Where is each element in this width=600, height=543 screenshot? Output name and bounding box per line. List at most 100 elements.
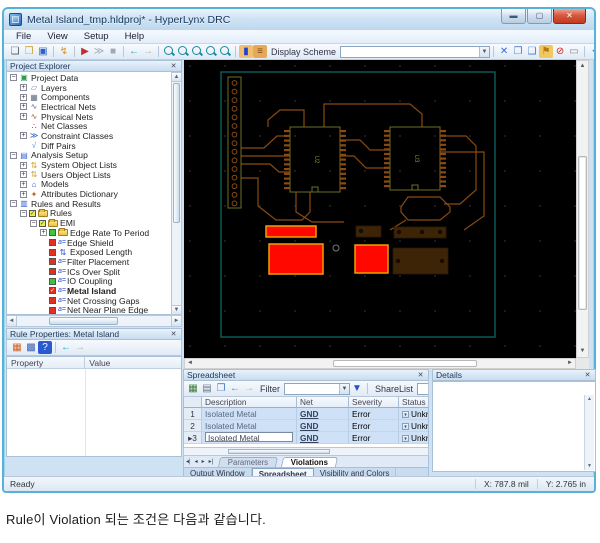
table-hscrollbar[interactable] (183, 447, 429, 456)
print-icon[interactable]: ▤ (200, 382, 214, 395)
scroll-left-icon[interactable]: ◄ (7, 316, 17, 326)
menu-view[interactable]: View (39, 31, 75, 42)
collapse-icon[interactable]: − (10, 200, 17, 207)
expand-icon[interactable]: + (20, 191, 27, 198)
canvas-vscrollbar[interactable]: ▲ ▼ (576, 60, 589, 358)
open-file-icon[interactable]: ❒ (22, 45, 36, 58)
tree-item-attributes-dictionary[interactable]: +✦Attributes Dictionary (7, 189, 181, 199)
expand-icon[interactable]: + (20, 181, 27, 188)
tree-item-components[interactable]: +▦Components (7, 92, 181, 102)
tree-item-physical-nets[interactable]: +∿Physical Nets (7, 112, 181, 122)
minimize-button[interactable]: ▬ (501, 9, 526, 24)
close-icon[interactable]: ✕ (169, 330, 178, 338)
pcb-canvas[interactable]: U2U3 (184, 60, 576, 358)
led-icon[interactable] (49, 307, 56, 314)
scroll-down-icon[interactable]: ▼ (577, 346, 588, 357)
filter-combo[interactable]: ▼ (284, 383, 350, 395)
status-dropdown-icon[interactable]: ▾ (402, 435, 409, 442)
zoom-fit-icon[interactable] (204, 45, 218, 58)
details-vscrollbar[interactable]: ▲ ▼ (584, 395, 594, 470)
led-icon[interactable] (49, 239, 56, 246)
status-cell[interactable]: ▾Unkno (399, 420, 429, 432)
severity-cell[interactable]: Error (349, 420, 399, 432)
rp-category-icon[interactable]: ▩ (24, 341, 38, 354)
project-explorer-header[interactable]: Project Explorer ✕ (6, 60, 182, 72)
led-icon[interactable] (49, 229, 56, 236)
back-icon[interactable]: ← (127, 45, 141, 58)
sp-forward-icon[interactable]: → (242, 382, 256, 395)
scroll-thumb[interactable] (333, 360, 477, 367)
collapse-icon[interactable]: − (10, 74, 17, 81)
net-link[interactable]: GND (300, 409, 318, 419)
led-icon[interactable] (49, 297, 56, 304)
status-dropdown-icon[interactable]: ▾ (402, 411, 409, 418)
save-icon[interactable]: ▣ (36, 45, 50, 58)
close-icon[interactable]: ✕ (416, 371, 425, 379)
new-file-icon[interactable]: ❏ (8, 45, 22, 58)
sheet-nav-icon-0[interactable]: ◂| (184, 457, 193, 467)
delete-icon[interactable]: ✕ (497, 45, 511, 58)
scroll-thumb[interactable] (228, 449, 330, 454)
sp-back-icon[interactable]: ← (228, 382, 242, 395)
expand-icon[interactable]: + (20, 84, 27, 91)
menu-setup[interactable]: Setup (76, 31, 117, 42)
close-icon[interactable]: ✕ (583, 371, 592, 379)
zoom-out-icon[interactable] (176, 45, 190, 58)
tree-item-electrical-nets[interactable]: +∿Electrical Nets (7, 102, 181, 112)
property-column-header[interactable]: Property (7, 357, 85, 368)
sheet-nav-icon-1[interactable]: ◂ (193, 457, 200, 467)
project-tree-hscrollbar[interactable]: ◄ ► (6, 315, 182, 327)
forward-icon[interactable]: → (141, 45, 155, 58)
scroll-up-icon[interactable]: ▲ (172, 73, 181, 82)
play-icon[interactable]: ▶ (78, 45, 92, 58)
maximize-button[interactable]: ▢ (527, 9, 552, 24)
collapse-icon[interactable]: − (30, 220, 37, 227)
sharelist-input[interactable]: ▼ (417, 383, 429, 395)
screen-icon[interactable]: ▭ (567, 45, 581, 58)
tree-item-users-object-lists[interactable]: +⇅Users Object Lists (7, 170, 181, 180)
checked-led-icon[interactable]: ✓ (49, 287, 56, 294)
tree-item-rules[interactable]: −✓Rules (7, 209, 181, 219)
chevron-down-icon[interactable]: ▼ (479, 47, 489, 57)
tree-item-exposed-length[interactable]: ⇅Exposed Length (7, 247, 181, 257)
zoom-window-icon[interactable] (190, 45, 204, 58)
scroll-right-icon[interactable]: ► (171, 316, 181, 326)
sheet-edit-icon[interactable]: ▦ (186, 382, 200, 395)
rp-back-icon[interactable]: ← (59, 341, 73, 354)
zoom-selection-icon[interactable] (218, 45, 232, 58)
description-cell[interactable]: Isolated Metal (202, 420, 297, 432)
column-header-net[interactable]: Net (297, 397, 349, 408)
scroll-up-icon[interactable]: ▲ (585, 395, 594, 403)
led-icon[interactable] (49, 258, 56, 265)
rp-help-icon[interactable]: ? (38, 341, 52, 354)
expand-icon[interactable]: + (40, 229, 47, 236)
led-icon[interactable] (49, 249, 56, 256)
checked-led-icon[interactable]: ✓ (29, 210, 36, 217)
scroll-left-icon[interactable]: ◄ (185, 359, 195, 368)
tree-item-filter-placement[interactable]: a=Filter Placement (7, 257, 181, 267)
paste-icon[interactable]: ❑ (525, 45, 539, 58)
tree-item-analysis-setup[interactable]: −▤Analysis Setup (7, 151, 181, 161)
run-drc-icon[interactable]: ↯ (57, 45, 71, 58)
expand-icon[interactable]: + (20, 103, 27, 110)
spreadsheet-header[interactable]: Spreadsheet ✕ (183, 369, 429, 381)
probe-tool-icon[interactable]: ⌖ (588, 45, 594, 58)
scroll-thumb[interactable] (49, 317, 119, 325)
expand-icon[interactable]: + (20, 171, 27, 178)
checked-led-icon[interactable]: ✓ (39, 220, 46, 227)
rule-properties-header[interactable]: Rule Properties: Metal Island ✕ (6, 328, 182, 340)
expand-icon[interactable]: + (20, 94, 27, 101)
severity-cell[interactable]: Error (349, 408, 399, 420)
scroll-thumb[interactable] (578, 156, 587, 310)
tree-item-net-crossing-gaps[interactable]: a=Net Crossing Gaps (7, 296, 181, 306)
color-scheme-icon[interactable]: ▮ (239, 45, 253, 58)
tree-item-net-near-plane-edge[interactable]: a=Net Near Plane Edge (7, 306, 181, 316)
expand-icon[interactable]: + (20, 132, 27, 139)
status-cell[interactable]: ▾Unkno (399, 432, 429, 444)
collapse-icon[interactable]: − (10, 152, 17, 159)
tree-item-io-coupling[interactable]: a=IO Coupling (7, 276, 181, 286)
scroll-thumb[interactable] (173, 83, 180, 223)
tree-item-system-object-lists[interactable]: +⇅System Object Lists (7, 160, 181, 170)
column-header-description[interactable]: Description (202, 397, 297, 408)
net-link[interactable]: GND (300, 421, 318, 431)
